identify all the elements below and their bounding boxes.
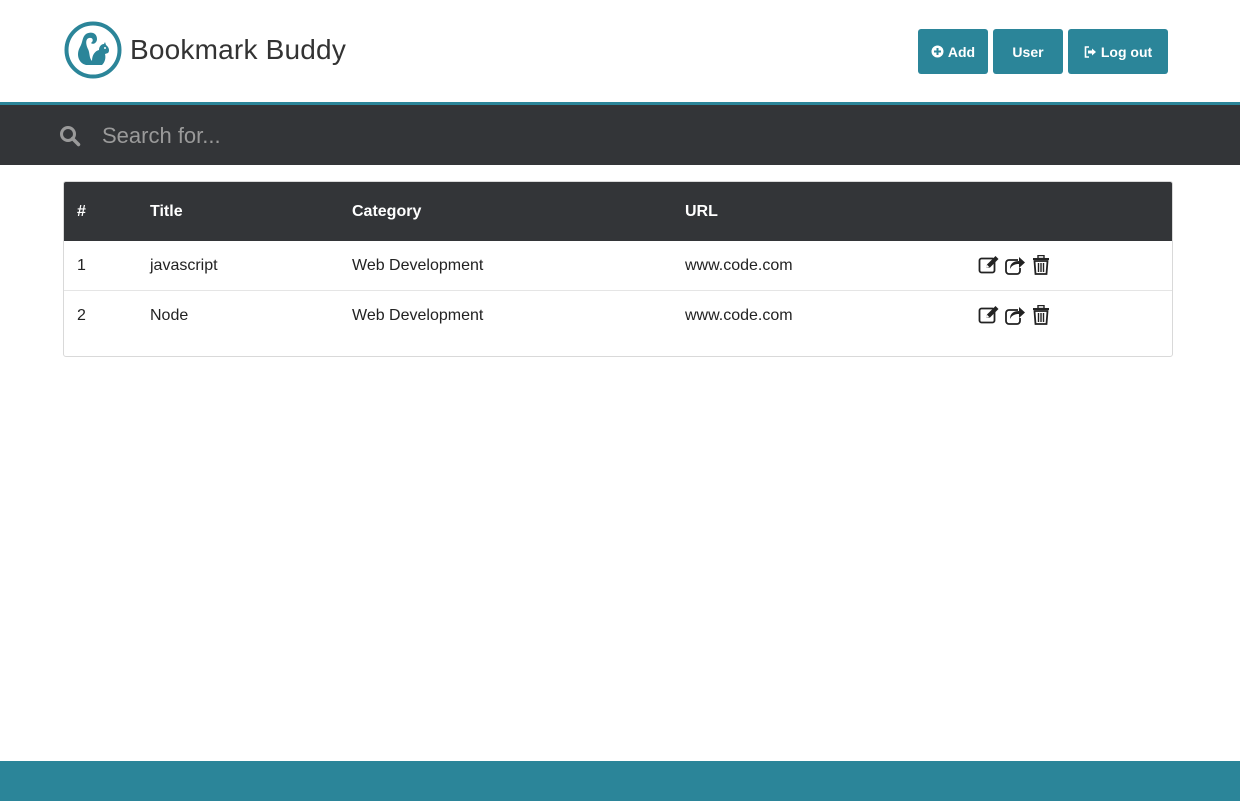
search-icon bbox=[60, 126, 81, 147]
user-button-label: User bbox=[1012, 43, 1044, 60]
bookmarks-table: # Title Category URL 1 javascript Web De… bbox=[63, 181, 1173, 357]
sign-out-icon bbox=[1084, 45, 1096, 58]
search-input[interactable] bbox=[102, 119, 802, 153]
share-icon[interactable] bbox=[1004, 255, 1026, 275]
column-header-title: Title bbox=[150, 203, 183, 220]
column-header-number: # bbox=[77, 203, 86, 220]
logout-button-label: Log out bbox=[1100, 43, 1153, 60]
row-category: Web Development bbox=[352, 257, 484, 274]
plus-circle-icon bbox=[931, 45, 944, 58]
table-row: 2 Node Web Development www.code.com bbox=[64, 290, 1172, 339]
logout-button[interactable]: Log out bbox=[1068, 29, 1168, 74]
row-actions bbox=[978, 305, 1052, 325]
row-number: 1 bbox=[77, 257, 86, 274]
app-title: Bookmark Buddy bbox=[130, 34, 347, 65]
trash-icon[interactable] bbox=[1030, 305, 1052, 325]
row-title: javascript bbox=[150, 257, 218, 274]
table-row: 1 javascript Web Development www.code.co… bbox=[64, 241, 1172, 290]
share-icon[interactable] bbox=[1004, 305, 1026, 325]
row-url: www.code.com bbox=[685, 257, 793, 274]
trash-icon[interactable] bbox=[1030, 255, 1052, 275]
column-header-url: URL bbox=[685, 203, 718, 220]
add-button[interactable]: Add bbox=[918, 29, 988, 74]
user-button[interactable]: User bbox=[993, 29, 1063, 74]
edit-icon[interactable] bbox=[978, 305, 1000, 325]
edit-icon[interactable] bbox=[978, 255, 1000, 275]
row-actions bbox=[978, 255, 1052, 275]
header-actions: Add User Log out bbox=[918, 29, 1168, 74]
add-button-label: Add bbox=[947, 43, 976, 60]
row-title: Node bbox=[150, 307, 189, 324]
app-header: Bookmark Buddy Add User Log out bbox=[0, 0, 1240, 102]
row-number: 2 bbox=[77, 307, 86, 324]
table-header: # Title Category URL bbox=[64, 182, 1172, 241]
footer-bar bbox=[0, 761, 1240, 801]
row-category: Web Development bbox=[352, 307, 484, 324]
column-header-category: Category bbox=[352, 203, 422, 220]
squirrel-logo-icon bbox=[64, 21, 122, 79]
row-url: www.code.com bbox=[685, 307, 793, 324]
brand[interactable]: Bookmark Buddy bbox=[64, 21, 346, 79]
search-bar bbox=[0, 105, 1240, 165]
